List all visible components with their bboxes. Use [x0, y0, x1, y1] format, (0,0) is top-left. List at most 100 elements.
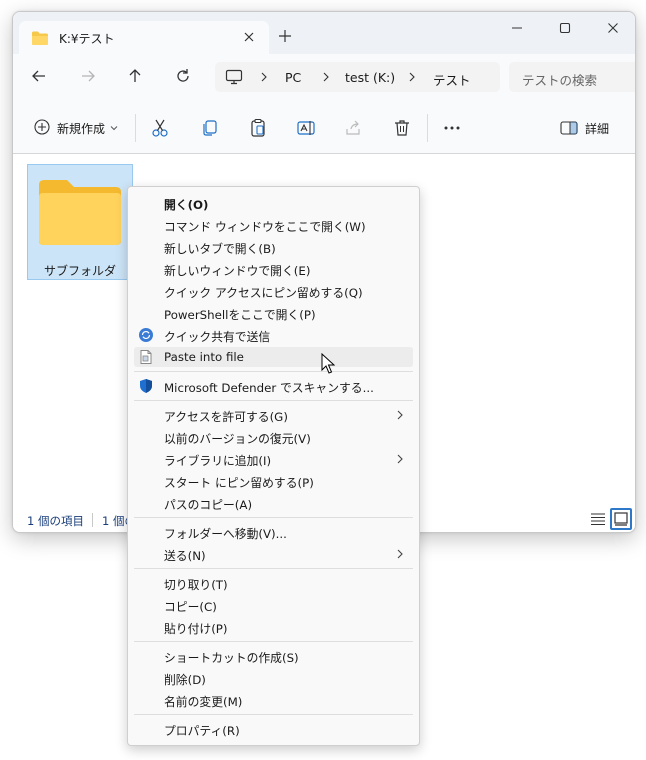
cut-icon[interactable] [149, 117, 171, 139]
menu-item-paste[interactable]: 貼り付け(P) [134, 617, 413, 637]
menu-item-copy-path[interactable]: パスのコピー(A) [134, 493, 413, 513]
menu-item-open[interactable]: 開く(O) [134, 193, 413, 213]
tiles-view-icon[interactable] [610, 508, 632, 530]
rename-icon[interactable] [295, 117, 317, 139]
menu-item-label: 新しいタブで開く(B) [164, 242, 276, 256]
menu-item-paste-into-file[interactable]: Paste into file [134, 347, 413, 367]
menu-item-label: フォルダーへ移動(V)... [164, 527, 287, 541]
menu-item-label: PowerShellをここで開く(P) [164, 308, 316, 322]
tab-title: K:¥テスト [59, 32, 115, 46]
title-bar: K:¥テスト [13, 12, 635, 55]
details-pane-icon [559, 119, 579, 140]
menu-item-label: 切り取り(T) [164, 578, 228, 592]
back-arrow-icon[interactable] [29, 66, 49, 86]
paste-into-file-icon [138, 349, 154, 368]
menu-item-label: 新しいウィンドウで開く(E) [164, 264, 311, 278]
minimize-icon[interactable] [507, 18, 527, 38]
menu-item-open-new-window[interactable]: 新しいウィンドウで開く(E) [134, 259, 413, 279]
new-button-label: 新規作成 [57, 122, 106, 136]
mouse-pointer-icon [321, 352, 336, 378]
menu-separator [134, 371, 413, 372]
menu-item-move-to-folder[interactable]: フォルダーへ移動(V)... [134, 522, 413, 542]
menu-item-label: ショートカットの作成(S) [164, 651, 299, 665]
search-placeholder: テストの検索 [522, 73, 598, 88]
menu-item-label: 名前の変更(M) [164, 695, 243, 709]
maximize-icon[interactable] [555, 18, 575, 38]
details-button[interactable]: 詳細 [559, 117, 619, 139]
monitor-icon [225, 69, 243, 88]
menu-item-send-to[interactable]: 送る(N) [134, 544, 413, 564]
crumb-drive[interactable]: test (K:) [345, 70, 395, 85]
item-count: 1 個の項目 [27, 514, 84, 528]
plus-circle-icon [33, 118, 51, 139]
context-menu: 開く(O) コマンド ウィンドウをここで開く(W) 新しいタブで開く(B) 新し… [127, 186, 420, 746]
menu-item-delete[interactable]: 削除(D) [134, 668, 413, 688]
details-label: 詳細 [585, 122, 610, 136]
delete-icon[interactable] [391, 117, 413, 139]
refresh-icon[interactable] [173, 66, 193, 86]
up-arrow-icon[interactable] [125, 66, 145, 86]
menu-item-label: 開く(O) [164, 198, 209, 212]
chevron-down-icon [109, 122, 119, 136]
share-icon[interactable] [343, 117, 365, 139]
menu-separator [134, 641, 413, 642]
copy-icon[interactable] [199, 117, 221, 139]
menu-item-add-to-library[interactable]: ライブラリに追加(I) [134, 449, 413, 469]
menu-item-open-powershell[interactable]: PowerShellをここで開く(P) [134, 303, 413, 323]
menu-item-label: クイック アクセスにピン留めする(Q) [164, 286, 363, 300]
menu-item-label: 送る(N) [164, 549, 206, 563]
menu-item-quick-share[interactable]: クイック共有で送信 [134, 325, 413, 345]
menu-item-cut[interactable]: 切り取り(T) [134, 573, 413, 593]
list-view-icon[interactable] [587, 508, 609, 530]
menu-item-label: スタート にピン留めする(P) [164, 476, 314, 490]
tab-current[interactable]: K:¥テスト [19, 21, 269, 55]
crumb-folder[interactable]: テスト [433, 70, 471, 89]
menu-item-label: プロパティ(R) [164, 724, 240, 738]
address-bar: PC test (K:) テスト テストの検索 [13, 54, 635, 98]
paste-icon[interactable] [247, 117, 269, 139]
chevron-right-icon [395, 409, 405, 424]
menu-item-open-command-window[interactable]: コマンド ウィンドウをここで開く(W) [134, 215, 413, 235]
search-input[interactable]: テストの検索 [509, 62, 635, 92]
menu-item-label: 貼り付け(P) [164, 622, 228, 636]
chevron-right-icon [257, 69, 271, 85]
folder-icon [31, 30, 49, 49]
defender-shield-icon [138, 378, 154, 397]
menu-item-copy[interactable]: コピー(C) [134, 595, 413, 615]
command-bar: 新規作成 詳細 [13, 98, 635, 157]
folder-item[interactable]: サブフォルダ [27, 164, 133, 280]
toolbar-divider [427, 114, 428, 142]
chevron-right-icon [405, 69, 419, 85]
menu-item-restore-versions[interactable]: 以前のバージョンの復元(V) [134, 427, 413, 447]
menu-separator [134, 568, 413, 569]
chevron-right-icon [319, 69, 333, 85]
menu-item-label: 削除(D) [164, 673, 206, 687]
menu-item-properties[interactable]: プロパティ(R) [134, 719, 413, 739]
plus-icon[interactable] [275, 26, 295, 46]
close-icon[interactable] [239, 27, 259, 47]
menu-item-give-access[interactable]: アクセスを許可する(G) [134, 405, 413, 425]
menu-item-rename[interactable]: 名前の変更(M) [134, 690, 413, 710]
status-divider [92, 513, 93, 527]
breadcrumb[interactable]: PC test (K:) テスト [215, 62, 500, 92]
menu-item-pin-quick-access[interactable]: クイック アクセスにピン留めする(Q) [134, 281, 413, 301]
close-window-icon[interactable] [603, 18, 623, 38]
menu-item-open-new-tab[interactable]: 新しいタブで開く(B) [134, 237, 413, 257]
menu-item-pin-to-start[interactable]: スタート にピン留めする(P) [134, 471, 413, 491]
menu-item-label: Microsoft Defender でスキャンする... [164, 381, 374, 395]
more-icon[interactable] [441, 117, 463, 139]
chevron-right-icon [395, 453, 405, 468]
new-button[interactable]: 新規作成 [33, 117, 123, 139]
menu-separator [134, 400, 413, 401]
menu-item-label: ライブラリに追加(I) [164, 454, 272, 468]
menu-item-defender-scan[interactable]: Microsoft Defender でスキャンする... [134, 376, 413, 396]
menu-item-label: Paste into file [164, 350, 244, 364]
menu-item-label: 以前のバージョンの復元(V) [164, 432, 311, 446]
menu-item-create-shortcut[interactable]: ショートカットの作成(S) [134, 646, 413, 666]
chevron-right-icon [395, 548, 405, 563]
crumb-pc[interactable]: PC [285, 70, 301, 85]
forward-arrow-icon[interactable] [78, 66, 98, 86]
folder-icon [37, 177, 123, 250]
quick-share-icon [138, 327, 154, 346]
menu-separator [134, 517, 413, 518]
